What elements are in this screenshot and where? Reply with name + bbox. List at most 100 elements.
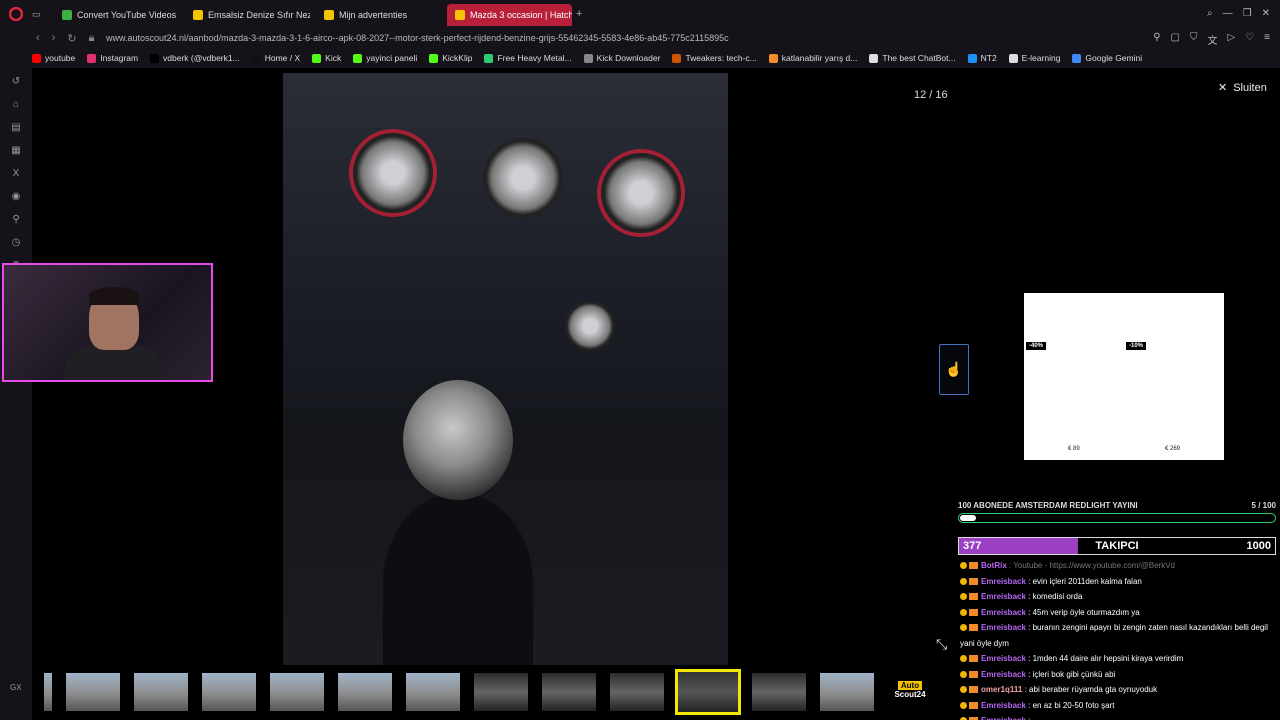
- bookmarks-bar: youtube Instagram vdberk (@vdberk1... Home …: [0, 48, 1280, 68]
- advertisement[interactable]: -40% -10% € 89 € 269: [1024, 293, 1224, 460]
- bookmark-item[interactable]: E-learning: [1008, 53, 1060, 63]
- thumbnail[interactable]: [820, 673, 874, 711]
- heart-icon[interactable]: ♡: [1245, 32, 1254, 47]
- chat-username[interactable]: Emreisback: [981, 623, 1026, 632]
- bookmark-item[interactable]: Instagram: [87, 53, 138, 63]
- bookmark-item[interactable]: Kick: [312, 53, 341, 63]
- gx-label[interactable]: GX: [10, 683, 22, 692]
- bookmark-item[interactable]: yayinci paneli: [353, 53, 417, 63]
- chat-username[interactable]: BotRix: [981, 561, 1007, 570]
- thumbnail[interactable]: [134, 673, 188, 711]
- thumbnail[interactable]: [270, 673, 324, 711]
- thumbnail[interactable]: [44, 673, 52, 711]
- chat-message: Emreisback : 45m verip öyle oturmazdım y…: [960, 605, 1275, 621]
- thumbnail[interactable]: [474, 673, 528, 711]
- bookmark-icon: [1072, 53, 1082, 63]
- thumbnail[interactable]: [66, 673, 120, 711]
- player-icon[interactable]: ◉: [12, 191, 21, 202]
- pinboard-icon[interactable]: ⚲: [12, 214, 19, 225]
- bookmark-item[interactable]: NT2: [967, 53, 997, 63]
- tab-manager-icon[interactable]: ▭: [32, 9, 54, 20]
- bookmark-icon: [429, 53, 439, 63]
- forward-icon[interactable]: ›: [52, 32, 56, 45]
- browser-tab[interactable]: Mijn advertenties: [316, 4, 441, 26]
- sub-badge-icon: [969, 686, 978, 693]
- chat-username[interactable]: Emreisback: [981, 701, 1026, 710]
- chat-username[interactable]: Emreisback: [981, 654, 1026, 663]
- bookmark-item[interactable]: Home / X: [251, 53, 300, 63]
- x-icon[interactable]: X: [13, 168, 20, 179]
- close-window-icon[interactable]: ✕: [1262, 8, 1270, 19]
- car-photo-viewer[interactable]: [283, 73, 728, 665]
- badge-icon: [960, 670, 967, 678]
- chat-username[interactable]: Emreisback: [981, 716, 1026, 720]
- wallet-icon[interactable]: ▤: [11, 122, 20, 133]
- sub-badge-icon: [969, 577, 978, 585]
- translate-icon[interactable]: 文: [1207, 32, 1217, 47]
- shield-icon[interactable]: ⛉: [1190, 32, 1198, 47]
- thumbnail[interactable]: [338, 673, 392, 711]
- tab-favicon-icon: [455, 10, 465, 20]
- chat-username[interactable]: Emreisback: [981, 670, 1026, 679]
- chat-username[interactable]: omer1q111: [981, 685, 1022, 694]
- climate-knob-right: [601, 153, 681, 233]
- chat-text: : 1mden 44 daire alır hepsini kiraya ver…: [1025, 654, 1184, 663]
- history-icon[interactable]: ↺: [12, 76, 20, 87]
- clock-icon[interactable]: ◷: [12, 237, 21, 248]
- bookmark-item[interactable]: KickKlip: [429, 53, 472, 63]
- menu-icon[interactable]: ≡: [1264, 32, 1270, 47]
- play-icon[interactable]: ▷: [1227, 32, 1235, 47]
- streamer-hair: [89, 287, 139, 305]
- opera-logo-icon[interactable]: [0, 7, 32, 21]
- bookmark-item[interactable]: Free Heavy Metal...: [484, 53, 572, 63]
- thumbnail-active[interactable]: [675, 669, 741, 715]
- chat-username[interactable]: Emreisback: [981, 608, 1026, 617]
- minimize-icon[interactable]: —: [1223, 8, 1233, 19]
- search-icon[interactable]: ⌕: [1207, 8, 1213, 19]
- next-photo-button[interactable]: ☝: [939, 344, 969, 395]
- thumbnail[interactable]: [406, 673, 460, 711]
- restore-icon[interactable]: ❐: [1243, 8, 1252, 19]
- extensions-icon[interactable]: ⌂: [13, 99, 19, 110]
- pin-icon[interactable]: ⚲: [1153, 32, 1160, 47]
- gear-boot: [383, 493, 533, 665]
- bookmark-item[interactable]: Kick Downloader: [583, 53, 661, 63]
- bookmark-icon: [87, 53, 97, 63]
- bookmark-label: Kick Downloader: [596, 53, 661, 63]
- thumbnail[interactable]: [542, 673, 596, 711]
- close-viewer-button[interactable]: ✕ Sluiten: [1218, 81, 1267, 95]
- thumbnail[interactable]: [610, 673, 664, 711]
- screenshot-icon[interactable]: ▢: [1171, 32, 1180, 47]
- thumbnail[interactable]: [752, 673, 806, 711]
- thumbnail[interactable]: [202, 673, 256, 711]
- exit-fullscreen-icon[interactable]: ⤡: [936, 636, 947, 653]
- bookmark-label: yayinci paneli: [366, 53, 418, 63]
- browser-tab[interactable]: Emsalsiz Denize Sıfır Nez: [185, 4, 310, 26]
- browser-tab[interactable]: Mazda 3 occasion | Hatchb✕: [447, 4, 572, 26]
- climate-knob-left: [353, 133, 433, 213]
- bookmark-label: The best ChatBot...: [882, 53, 956, 63]
- bookmark-item[interactable]: katlanabilir yarış d...: [768, 53, 857, 63]
- sub-badge-icon: [969, 624, 978, 631]
- bookmark-item[interactable]: youtube: [32, 53, 75, 63]
- back-icon[interactable]: ‹: [36, 32, 40, 45]
- browser-tab[interactable]: Convert YouTube Videos t: [54, 4, 179, 26]
- badge-icon: [960, 624, 967, 631]
- url-field[interactable]: www.autoscout24.nl/aanbod/mazda-3-mazda-…: [106, 33, 729, 43]
- address-bar: ‹ › ↻ 🔒︎ www.autoscout24.nl/aanbod/mazda…: [0, 28, 1280, 48]
- sidebar: ↺ ⌂ ▤ ▦ X ◉ ⚲ ◷ ⚙: [0, 68, 32, 720]
- bookmark-label: Kick: [325, 53, 342, 63]
- bookmark-item[interactable]: Tweakers: tech-c...: [672, 53, 757, 63]
- chat-username[interactable]: Emreisback: [981, 577, 1026, 586]
- new-tab-button[interactable]: +: [576, 8, 582, 20]
- bookmark-item[interactable]: The best ChatBot...: [869, 53, 956, 63]
- photo-counter: 12 / 16: [914, 89, 948, 101]
- bookmark-item[interactable]: Google Gemini: [1072, 53, 1142, 63]
- bookmark-label: Instagram: [100, 53, 139, 63]
- messenger-icon[interactable]: ▦: [11, 145, 20, 156]
- chat-username[interactable]: Emreisback: [981, 592, 1026, 601]
- reload-icon[interactable]: ↻: [67, 32, 76, 45]
- chat-text: : evin içleri 2011den kalma falan: [1025, 576, 1142, 586]
- bookmark-item[interactable]: vdberk (@vdberk1...: [150, 53, 240, 63]
- bookmark-label: Google Gemini: [1085, 53, 1143, 63]
